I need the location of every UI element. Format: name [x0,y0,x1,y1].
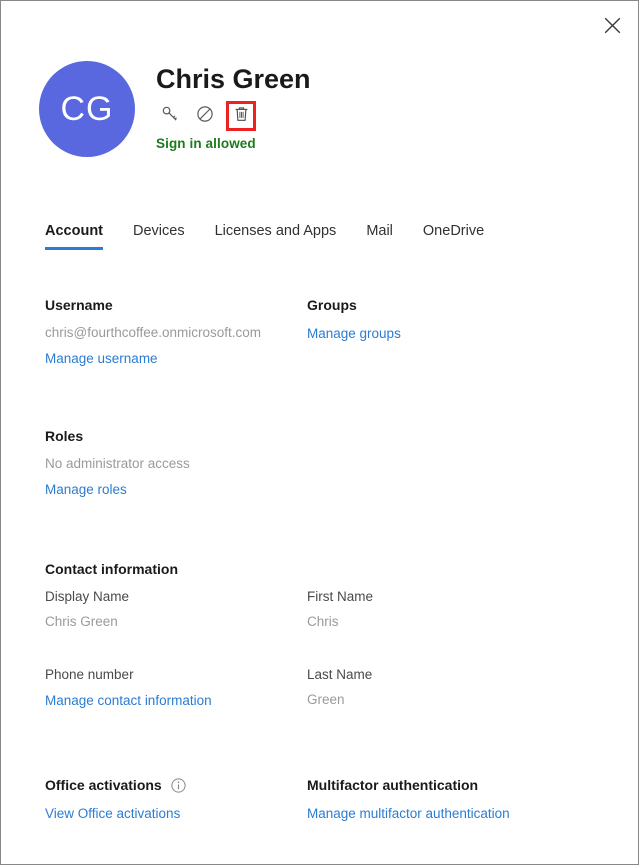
contact-phone-row: Phone number Manage contact information … [45,667,618,717]
groups-section: Groups Manage groups [307,297,618,368]
roles-row: Roles No administrator access Manage rol… [45,428,618,499]
last-name-label: Last Name [307,667,373,682]
groups-title: Groups [307,297,357,313]
username-value: chris@fourthcoffee.onmicrosoft.com [45,325,262,340]
first-name-field: First Name Chris [307,589,618,639]
roles-right-empty [307,428,618,499]
user-details-panel: CG Chris Green Sign in allowed Account D… [0,0,639,865]
office-activations-title-text: Office activations [45,777,162,793]
last-name-value: Green [307,692,345,707]
roles-value: No administrator access [45,456,190,471]
multifactor-authentication-title: Multifactor authentication [307,777,479,793]
username-title: Username [45,297,113,313]
page-title: Chris Green [156,64,311,94]
roles-title: Roles [45,428,84,444]
phone-number-label: Phone number [45,667,134,682]
user-header-text: Chris Green Sign in allowed [156,61,311,151]
username-section: Username chris@fourthcoffee.onmicrosoft.… [45,297,307,368]
activations-mfa-row: Office activations View Office activatio… [45,777,618,823]
multifactor-authentication-section: Multifactor authentication Manage multif… [307,777,618,823]
phone-number-field: Phone number Manage contact information [45,667,307,717]
tab-mail[interactable]: Mail [366,223,393,250]
display-name-label: Display Name [45,589,130,604]
username-groups-row: Username chris@fourthcoffee.onmicrosoft.… [45,297,618,368]
reset-password-button[interactable] [156,102,184,130]
close-icon [604,17,621,34]
first-name-label: First Name [307,589,374,604]
manage-roles-link[interactable]: Manage roles [45,482,127,497]
display-name-field: Display Name Chris Green [45,589,307,639]
tab-bar: Account Devices Licenses and Apps Mail O… [45,223,484,250]
contact-information-section: Contact information Display Name Chris G… [45,561,618,717]
last-name-field: Last Name Green [307,667,618,717]
manage-groups-link[interactable]: Manage groups [307,326,401,341]
tab-onedrive[interactable]: OneDrive [423,223,484,250]
view-office-activations-link[interactable]: View Office activations [45,806,180,821]
tab-licenses-and-apps[interactable]: Licenses and Apps [215,223,337,250]
manage-contact-information-link[interactable]: Manage contact information [45,693,212,708]
contact-information-title: Contact information [45,561,178,577]
user-action-row [156,101,311,132]
display-name-value: Chris Green [45,614,118,629]
manage-username-link[interactable]: Manage username [45,351,158,366]
first-name-value: Chris [307,614,339,629]
trash-icon [234,106,249,127]
manage-multifactor-authentication-link[interactable]: Manage multifactor authentication [307,806,510,821]
avatar-initials: CG [60,89,114,128]
info-icon[interactable] [171,777,186,793]
account-tab-content: Username chris@fourthcoffee.onmicrosoft.… [45,297,618,823]
office-activations-title: Office activations [45,777,307,793]
tab-account[interactable]: Account [45,223,103,250]
user-header: CG Chris Green Sign in allowed [39,61,311,157]
office-activations-section: Office activations View Office activatio… [45,777,307,823]
roles-section: Roles No administrator access Manage rol… [45,428,307,499]
key-icon [161,105,179,128]
tab-devices[interactable]: Devices [133,223,185,250]
avatar: CG [39,61,135,157]
contact-names-row: Display Name Chris Green First Name Chri… [45,589,618,639]
block-icon [196,105,214,128]
status-badge: Sign in allowed [156,136,256,152]
delete-user-button[interactable] [226,101,256,132]
block-signin-button[interactable] [191,102,219,130]
close-button[interactable] [594,7,630,43]
